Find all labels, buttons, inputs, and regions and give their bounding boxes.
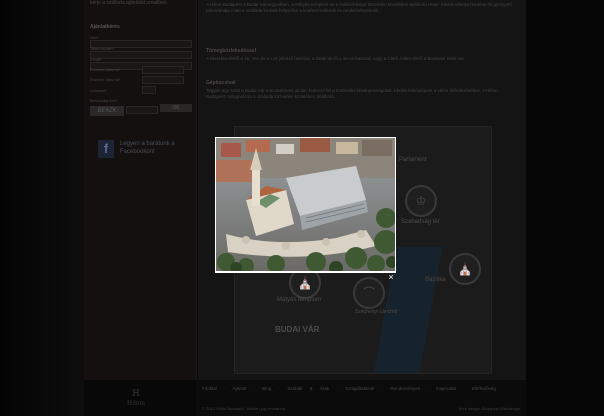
facebook-text: Legyen a barátunk a Facebookon! <box>120 141 175 155</box>
form-label-departure: Érkezés dátuma* <box>90 77 121 82</box>
footer-credit[interactable]: Web design: Budapest Webdesign <box>459 406 520 411</box>
footer-link[interactable]: Rendezvények <box>390 386 420 391</box>
footer-link[interactable]: Szobák & Árak <box>287 386 329 391</box>
sidebar-section-title: Ajánlatkérés <box>90 24 120 30</box>
arrival-date-input[interactable] <box>142 66 184 74</box>
phone-input[interactable] <box>90 51 192 59</box>
sidebar: kérje a szálloda ajánlatát emailben Aján… <box>84 0 197 380</box>
departure-date-input[interactable] <box>142 76 184 84</box>
page: kérje a szálloda ajánlatát emailben Aján… <box>0 0 604 416</box>
map-label-square: Szabadság tér <box>401 219 440 225</box>
hilton-logo-mark: H <box>132 388 140 399</box>
footer-copyright: © 2012 Hilton Budapest. Minden jog fennt… <box>202 406 287 411</box>
footer-link[interactable]: Ajánlat <box>233 386 247 391</box>
sidebar-intro: kérje a szálloda ajánlatát emailben <box>90 0 167 6</box>
captcha-image: BE6ZK <box>90 106 124 116</box>
church-icon: ⛪ <box>449 253 481 285</box>
car-text: Tegyen egy sétát a Budai Vár macskaköves… <box>206 88 498 99</box>
captcha-input[interactable] <box>126 106 158 114</box>
hilton-logo[interactable]: H Hilton <box>116 388 156 407</box>
transport-text: A Moszkva térről a 16, 16A és a 116 jelz… <box>206 56 465 61</box>
submit-button[interactable]: OK <box>160 104 192 112</box>
footer: Főoldal · Ajánlat · Blog · Szobák & Árak… <box>196 380 526 416</box>
car-title: Gépkocsival <box>206 80 236 86</box>
footer-link[interactable]: Szolgáltatások <box>345 386 374 391</box>
map-label-church: Mátyás templom <box>277 297 322 303</box>
form-label-arrival: Érkezés dátuma* <box>90 67 121 72</box>
facebook-box[interactable]: f Legyen a barátunk a Facebookon! <box>96 138 188 160</box>
transport-title: Tömegközlekedéssel <box>206 48 257 54</box>
footer-link[interactable]: Blog <box>262 386 271 391</box>
footer-link[interactable]: Főoldal <box>202 386 217 391</box>
map-label-castle: BUDAI VÁR <box>275 325 320 334</box>
form-label-security: Biztonsági kód* <box>90 98 118 103</box>
footer-link[interactable]: Elérhetőség <box>472 386 496 391</box>
footer-nav: Főoldal · Ajánlat · Blog · Szobák & Árak… <box>202 386 496 391</box>
crown-icon: ♔ <box>405 185 437 217</box>
footer-link[interactable]: Kapcsolat <box>436 386 456 391</box>
map-label-parliament: Parlament <box>399 157 427 163</box>
form-label-guests: Létszám* <box>90 88 107 93</box>
map-label-basilica: Bazilika <box>425 277 446 283</box>
intro-text: A Hilton Budapest a Budai Várnegyedben, … <box>206 2 512 13</box>
hilton-logo-word: Hilton <box>127 399 145 407</box>
bridge-icon: ⌒ <box>353 277 385 309</box>
left-background <box>0 0 84 416</box>
right-background <box>526 0 604 416</box>
lightbox-close-button[interactable]: × <box>386 272 396 282</box>
facebook-icon: f <box>98 140 114 158</box>
lightbox-photo <box>216 138 395 271</box>
guests-input[interactable] <box>142 86 156 94</box>
map-label-bridge: Széchenyi Lánchíd <box>355 309 398 315</box>
